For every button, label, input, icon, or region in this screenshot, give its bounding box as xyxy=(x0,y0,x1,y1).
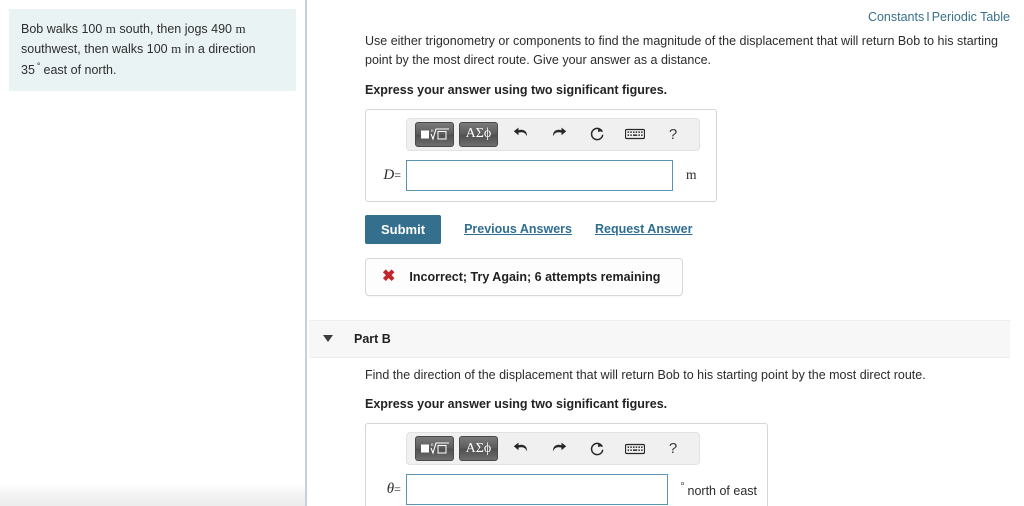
part-a-submit-row: Submit Previous Answers Request Answer xyxy=(365,214,1012,244)
keyboard-icon[interactable] xyxy=(620,122,650,147)
part-b-header[interactable]: Part B xyxy=(309,319,1010,358)
part-b-sigfig-instruction: Express your answer using two significan… xyxy=(365,397,668,412)
unit-meters-2: m xyxy=(235,21,246,36)
degree-symbol: ° xyxy=(36,60,41,71)
unit-meters-1: m xyxy=(105,21,116,36)
part-a-sigfig-instruction: Express your answer using two significan… xyxy=(365,82,668,97)
constants-periodic-table-bar: Constants I Periodic Table xyxy=(309,0,1024,24)
keyboard-icon[interactable] xyxy=(620,436,650,461)
math-template-icon[interactable]: n xyxy=(415,436,454,462)
part-a-unit-label: m xyxy=(686,167,697,182)
problem-text-segment-3: southwest, then walks 100 xyxy=(21,42,168,57)
undo-icon[interactable] xyxy=(506,436,536,461)
problem-statement: Bob walks 100 m south, then jogs 490 m s… xyxy=(9,9,296,92)
reset-icon[interactable] xyxy=(582,436,612,461)
sidebar-bottom-bar xyxy=(0,484,305,506)
unit-meters-3: m xyxy=(171,41,182,57)
part-a-feedback-banner: ✖ Incorrect; Try Again; 6 attempts remai… xyxy=(365,257,684,296)
undo-icon[interactable] xyxy=(506,122,536,147)
help-icon[interactable]: ? xyxy=(658,436,688,461)
part-a-request-answer-link[interactable]: Request Answer xyxy=(595,222,692,236)
part-b-entry-row: θ= ° north of east xyxy=(376,474,758,506)
part-b-unit-label: ° north of east xyxy=(681,481,758,499)
part-b-variable-label: θ= xyxy=(386,481,401,498)
part-a-variable-label: D= xyxy=(383,166,401,183)
svg-text:n: n xyxy=(431,129,434,134)
greek-letters-icon[interactable]: ΑΣϕ xyxy=(459,121,498,147)
part-b-body: Find the direction of the displacement t… xyxy=(309,366,1024,506)
problem-text-segment-1: Bob walks 100 xyxy=(21,22,103,36)
degree-unit: ° xyxy=(680,481,685,492)
part-b-title: Part B xyxy=(354,331,391,346)
part-b-prompt: Find the direction of the displacement t… xyxy=(365,367,926,382)
constants-link[interactable]: Constants xyxy=(868,10,924,24)
part-a-submit-button[interactable]: Submit xyxy=(365,214,442,244)
assignment-main-panel: Constants I Periodic Table Use either trig… xyxy=(309,0,1024,506)
part-b-answer-input[interactable] xyxy=(405,474,668,506)
link-separator: I xyxy=(926,10,930,24)
periodic-table-link[interactable]: Periodic Table xyxy=(932,10,1010,24)
part-b-answer-box: n ΑΣϕ ? θ= ° north of east xyxy=(365,423,768,506)
problem-sidebar: Bob walks 100 m south, then jogs 490 m s… xyxy=(0,0,307,506)
part-a-entry-row: D= m xyxy=(376,159,706,191)
part-a-equals: = xyxy=(394,167,401,182)
redo-icon[interactable] xyxy=(544,122,574,147)
redo-icon[interactable] xyxy=(544,436,574,461)
part-a-feedback-text: Incorrect; Try Again; 6 attempts remaini… xyxy=(409,269,661,284)
greek-letters-icon[interactable]: ΑΣϕ xyxy=(459,436,498,462)
chevron-down-icon[interactable] xyxy=(323,335,333,342)
incorrect-x-icon: ✖ xyxy=(382,267,396,285)
reset-icon[interactable] xyxy=(582,122,612,147)
part-a-previous-answers-link[interactable]: Previous Answers xyxy=(464,222,572,236)
help-icon[interactable]: ? xyxy=(658,122,688,147)
problem-text-segment-5: east of north. xyxy=(43,62,117,77)
svg-text:n: n xyxy=(431,443,434,448)
part-b-equals: = xyxy=(394,482,401,497)
part-a-answer-input[interactable] xyxy=(406,159,673,191)
problem-text-segment-2: south, then jogs 490 xyxy=(119,22,232,36)
part-a-math-toolbar: n ΑΣϕ ? xyxy=(406,117,700,151)
direction-words: north of east xyxy=(687,483,758,498)
part-a-body: Use either trigonometry or components to… xyxy=(309,32,1024,296)
part-b-math-toolbar: n ΑΣϕ ? xyxy=(406,432,700,466)
part-a-answer-box: n ΑΣϕ ? D= m xyxy=(365,108,717,202)
part-a-prompt: Use either trigonometry or components to… xyxy=(365,34,998,67)
math-template-icon[interactable]: n xyxy=(415,121,454,147)
